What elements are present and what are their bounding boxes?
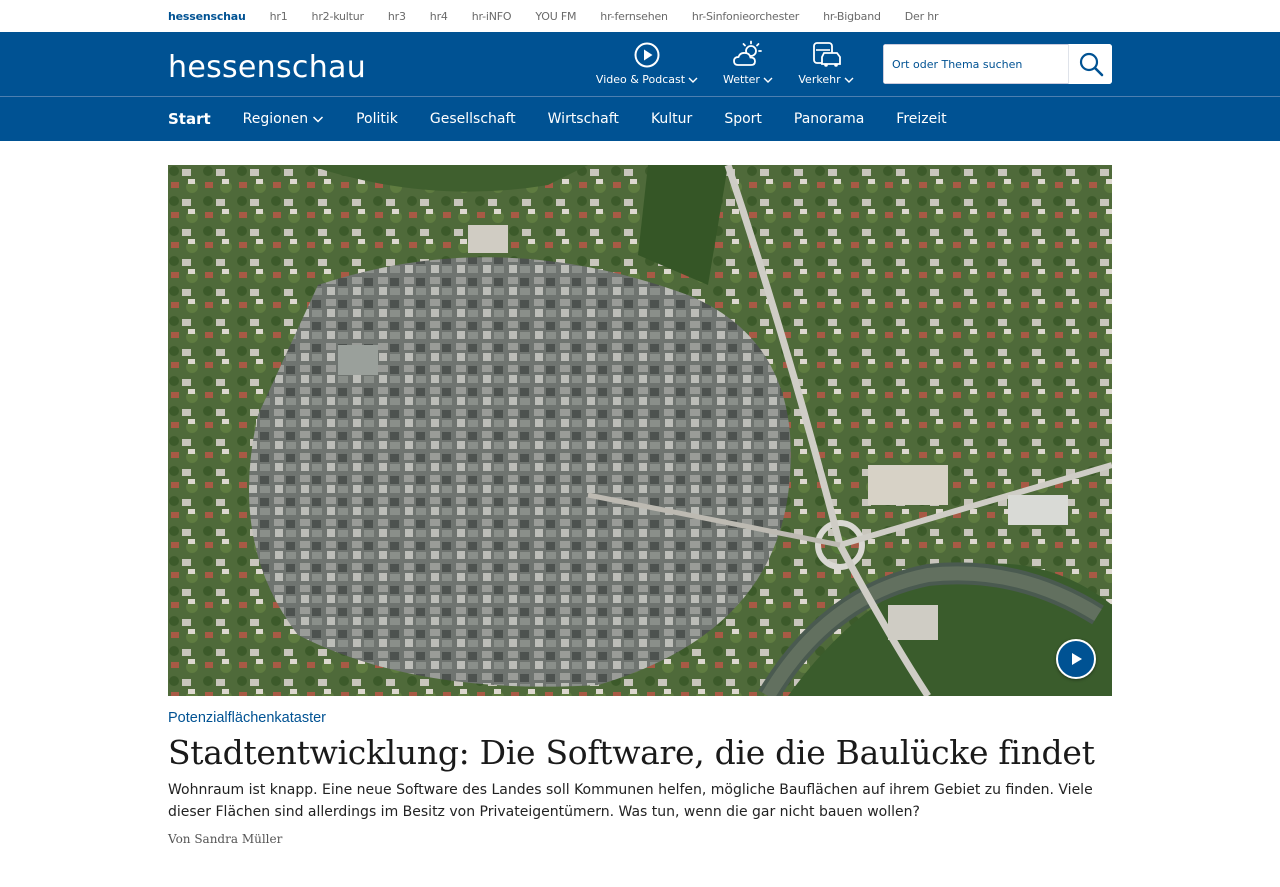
network-link-hr-bigband[interactable]: hr-Bigband [823, 10, 881, 23]
video-play-button[interactable] [1056, 639, 1096, 679]
teaser-author: Von Sandra Müller [168, 832, 283, 846]
traffic-label: Verkehr [798, 73, 841, 86]
network-bar: hessenschau hr1 hr2-kultur hr3 hr4 hr-iN… [0, 0, 1280, 32]
nav-item-wirtschaft[interactable]: Wirtschaft [548, 111, 619, 127]
teaser-headline[interactable]: Stadtentwicklung: Die Software, die die … [168, 733, 1095, 772]
search-box [883, 44, 1112, 84]
section-nav: Start Regionen Politik Gesellschaft Wirt… [0, 97, 1280, 141]
aerial-town-photo [168, 165, 1112, 696]
nav-item-start[interactable]: Start [168, 110, 211, 128]
network-link-hr1[interactable]: hr1 [270, 10, 288, 23]
network-link-hr-sinfonieorchester[interactable]: hr-Sinfonieorchester [692, 10, 800, 23]
traffic-menu[interactable]: Verkehr [797, 40, 855, 88]
play-icon [1072, 653, 1082, 665]
search-input[interactable] [883, 44, 1068, 84]
teaser-image[interactable] [168, 165, 1112, 696]
traffic-bus-car-icon [813, 42, 841, 67]
nav-item-kultur[interactable]: Kultur [651, 111, 692, 127]
nav-item-panorama[interactable]: Panorama [794, 111, 864, 127]
network-link-der-hr[interactable]: Der hr [905, 10, 939, 23]
nav-item-label: Regionen [242, 111, 309, 127]
weather-label: Wetter [723, 73, 760, 86]
network-link-you-fm[interactable]: YOU FM [535, 10, 576, 23]
nav-item-regionen[interactable]: Regionen [243, 111, 324, 127]
network-link-hr4[interactable]: hr4 [430, 10, 448, 23]
chevron-down-icon [313, 116, 324, 123]
teaser-text: Wohnraum ist knapp. Eine neue Software d… [168, 782, 1093, 820]
chevron-down-icon [763, 77, 773, 83]
network-link-hr-fernsehen[interactable]: hr-fernsehen [600, 10, 668, 23]
nav-item-gesellschaft[interactable]: Gesellschaft [430, 111, 516, 127]
nav-item-politik[interactable]: Politik [356, 111, 398, 127]
network-link-hr-info[interactable]: hr-iNFO [472, 10, 512, 23]
search-icon [1079, 52, 1103, 77]
chevron-down-icon [844, 77, 854, 83]
sun-cloud-icon [733, 40, 762, 66]
video-podcast-label: Video & Podcast [595, 73, 686, 86]
site-header: hessenschau Video & Podcast Wetter Verke… [0, 32, 1280, 96]
search-button[interactable] [1068, 44, 1112, 84]
chevron-down-icon [688, 77, 698, 83]
network-link-hessenschau[interactable]: hessenschau [168, 10, 246, 23]
teaser-topline[interactable]: Potenzialflächenkataster [168, 710, 326, 726]
site-logo[interactable]: hessenschau [168, 48, 366, 88]
nav-item-sport[interactable]: Sport [724, 111, 762, 127]
play-circle-icon [634, 42, 660, 68]
nav-item-freizeit[interactable]: Freizeit [896, 111, 946, 127]
network-link-hr3[interactable]: hr3 [388, 10, 406, 23]
network-link-hr2-kultur[interactable]: hr2-kultur [312, 10, 365, 23]
video-podcast-menu[interactable]: Video & Podcast [595, 40, 699, 88]
weather-menu[interactable]: Wetter [721, 40, 775, 88]
